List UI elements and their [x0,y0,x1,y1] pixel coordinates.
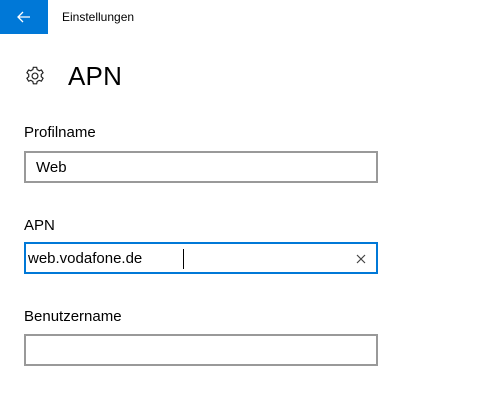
page-title: APN [68,61,123,91]
arrow-left-icon [17,11,30,23]
close-icon [356,254,366,264]
back-button[interactable] [0,0,48,34]
profile-name-label: Profilname [24,124,96,141]
username-label: Benutzername [24,308,122,325]
title-bar: Einstellungen [0,0,500,34]
apn-field[interactable] [24,242,378,274]
clear-button[interactable] [352,250,370,268]
profile-name-input[interactable] [26,153,336,181]
gear-icon [26,66,44,85]
username-input[interactable] [26,336,336,364]
page-header: APN [24,60,122,92]
text-caret [183,249,184,269]
apn-input[interactable] [26,244,328,272]
app-title: Einstellungen [62,10,135,24]
apn-label: APN [24,217,55,234]
username-field[interactable] [24,334,378,366]
profile-name-field[interactable] [24,151,378,183]
